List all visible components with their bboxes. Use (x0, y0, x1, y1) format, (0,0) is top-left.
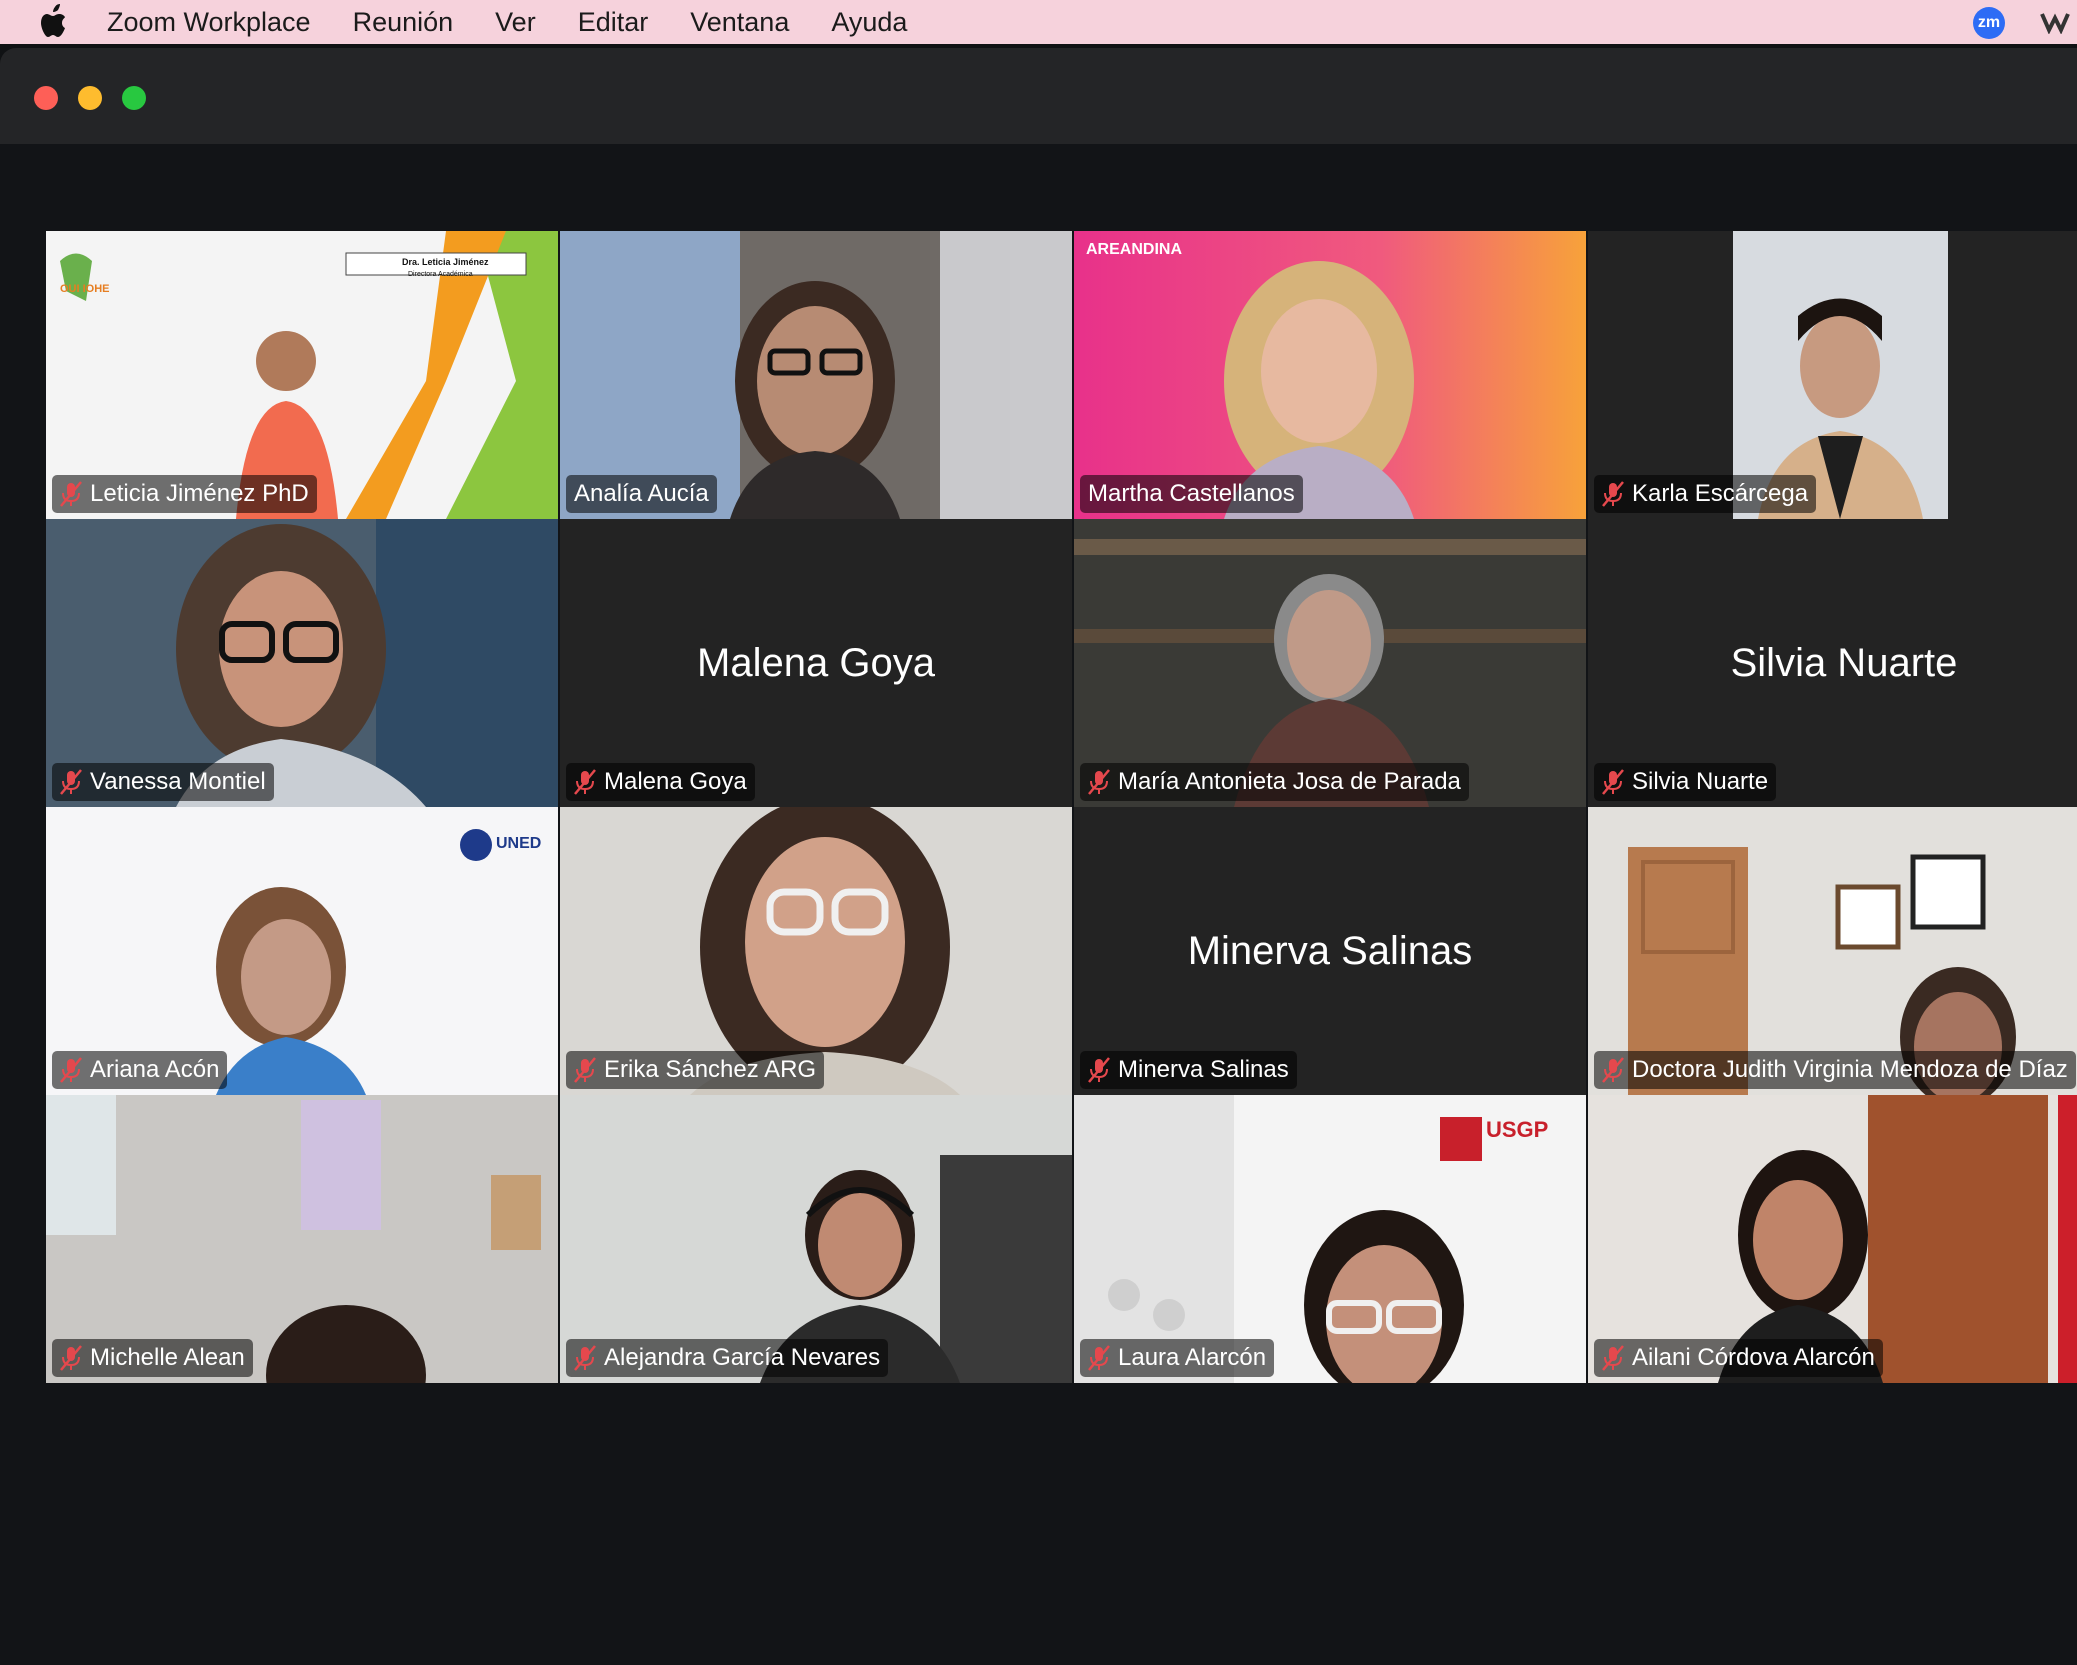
participant-name: Ailani Córdova Alarcón (1632, 1344, 1875, 1371)
participant-name: Leticia Jiménez PhD (90, 480, 309, 507)
participant-name-tag: Erika Sánchez ARG (566, 1051, 825, 1089)
participant-name: Michelle Alean (90, 1344, 245, 1371)
menu-ver[interactable]: Ver (495, 7, 536, 38)
menu-reunion[interactable]: Reunión (353, 7, 454, 38)
participant-name: Ariana Acón (90, 1056, 220, 1083)
participant-tile-video-off[interactable]: Minerva Salinas Minerva Salinas (1074, 807, 1586, 1095)
close-icon[interactable] (34, 86, 58, 110)
oui-logo-text: OUI IOHE (60, 283, 110, 295)
mic-muted-icon (1602, 481, 1624, 507)
mic-muted-icon (1088, 769, 1110, 795)
participant-tile[interactable]: Vanessa Montiel (46, 519, 558, 807)
mic-muted-icon (1088, 1057, 1110, 1083)
gallery-view-grid: OUI IOHE Dra. Leticia Jiménez Directora … (46, 231, 2077, 1383)
zoom-status-icon[interactable]: zm (1973, 7, 2005, 39)
participant-tile-active-speaker[interactable]: Analía Aucía (560, 231, 1072, 519)
participant-name-tag: Laura Alarcón (1080, 1339, 1275, 1377)
participant-name: Malena Goya (604, 768, 747, 795)
mic-muted-icon (1088, 1345, 1110, 1371)
participant-name-tag: María Antonieta Josa de Parada (1080, 763, 1469, 801)
participant-tile[interactable]: USGP Laura Alarcón (1074, 1095, 1586, 1383)
participant-name: Doctora Judith Virginia Mendoza de Díaz (1632, 1056, 2068, 1083)
zoom-icon[interactable] (122, 86, 146, 110)
minimize-icon[interactable] (78, 86, 102, 110)
participant-tile[interactable]: María Antonieta Josa de Parada (1074, 519, 1586, 807)
participant-name-tag: Doctora Judith Virginia Mendoza de Díaz (1594, 1051, 2076, 1089)
participant-name-tag: Martha Castellanos (1080, 475, 1303, 513)
menu-editar[interactable]: Editar (578, 7, 649, 38)
menu-app-name[interactable]: Zoom Workplace (107, 7, 311, 38)
mic-muted-icon (60, 1057, 82, 1083)
participant-tile[interactable]: Doctora Judith Virginia Mendoza de Díaz (1588, 807, 2077, 1095)
participant-name-tag: Silvia Nuarte (1594, 763, 1777, 801)
participant-name: Minerva Salinas (1118, 1056, 1289, 1083)
participant-name: Laura Alarcón (1118, 1344, 1267, 1371)
participant-name-tag: Analía Aucía (566, 475, 717, 513)
mic-muted-icon (574, 769, 596, 795)
participant-name: Analía Aucía (574, 480, 709, 507)
participant-name: Silvia Nuarte (1632, 768, 1769, 795)
menu-ventana[interactable]: Ventana (690, 7, 789, 38)
apple-logo-icon[interactable] (40, 4, 72, 40)
participant-tile[interactable]: Karla Escárcega (1588, 231, 2077, 519)
participant-tile[interactable]: Michelle Alean (46, 1095, 558, 1383)
participant-name-tag: Vanessa Montiel (52, 763, 274, 801)
participant-name-tag: Malena Goya (566, 763, 755, 801)
participant-name: Alejandra García Nevares (604, 1344, 881, 1371)
participant-tile-video-off[interactable]: Malena Goya Malena Goya (560, 519, 1072, 807)
name-banner-subtitle: Directora Académica (408, 271, 473, 278)
participant-name-tag: Minerva Salinas (1080, 1051, 1297, 1089)
participant-tile[interactable]: Ailani Córdova Alarcón (1588, 1095, 2077, 1383)
participant-name: María Antonieta Josa de Parada (1118, 768, 1461, 795)
usgp-logo-text: USGP (1486, 1117, 1549, 1142)
participant-name: Erika Sánchez ARG (604, 1056, 817, 1083)
mic-muted-icon (1602, 1345, 1624, 1371)
participant-name: Karla Escárcega (1632, 480, 1809, 507)
mic-muted-icon (1602, 769, 1624, 795)
participant-name-tag: Leticia Jiménez PhD (52, 475, 317, 513)
participant-tile[interactable]: Erika Sánchez ARG (560, 807, 1072, 1095)
macos-menu-bar: Zoom Workplace Reunión Ver Editar Ventan… (0, 0, 2077, 44)
participant-tile-video-off[interactable]: Silvia Nuarte Silvia Nuarte (1588, 519, 2077, 807)
participant-name-tag: Karla Escárcega (1594, 475, 1817, 513)
mic-muted-icon (60, 769, 82, 795)
participant-tile[interactable]: Alejandra García Nevares (560, 1095, 1072, 1383)
participant-name-tag: Michelle Alean (52, 1339, 253, 1377)
uned-logo-text: UNED (496, 835, 542, 852)
participant-tile[interactable]: OUI IOHE Dra. Leticia Jiménez Directora … (46, 231, 558, 519)
mic-muted-icon (574, 1345, 596, 1371)
participant-name-tag: Ariana Acón (52, 1051, 228, 1089)
participant-tile[interactable]: AREANDINA Martha Castellanos (1074, 231, 1586, 519)
mic-muted-icon (1602, 1057, 1624, 1083)
participant-name-tag: Alejandra García Nevares (566, 1339, 889, 1377)
webex-status-icon[interactable] (2040, 10, 2074, 34)
mic-muted-icon (60, 481, 82, 507)
mic-muted-icon (574, 1057, 596, 1083)
participant-name-tag: Ailani Córdova Alarcón (1594, 1339, 1883, 1377)
participant-name: Vanessa Montiel (90, 768, 266, 795)
participant-tile[interactable]: UNED Ariana Acón (46, 807, 558, 1095)
participant-name: Martha Castellanos (1088, 480, 1295, 507)
menu-ayuda[interactable]: Ayuda (831, 7, 907, 38)
mic-muted-icon (60, 1345, 82, 1371)
window-titlebar (0, 48, 2077, 144)
areandina-logo-text: AREANDINA (1086, 241, 1182, 258)
name-banner-text: Dra. Leticia Jiménez (402, 257, 489, 267)
